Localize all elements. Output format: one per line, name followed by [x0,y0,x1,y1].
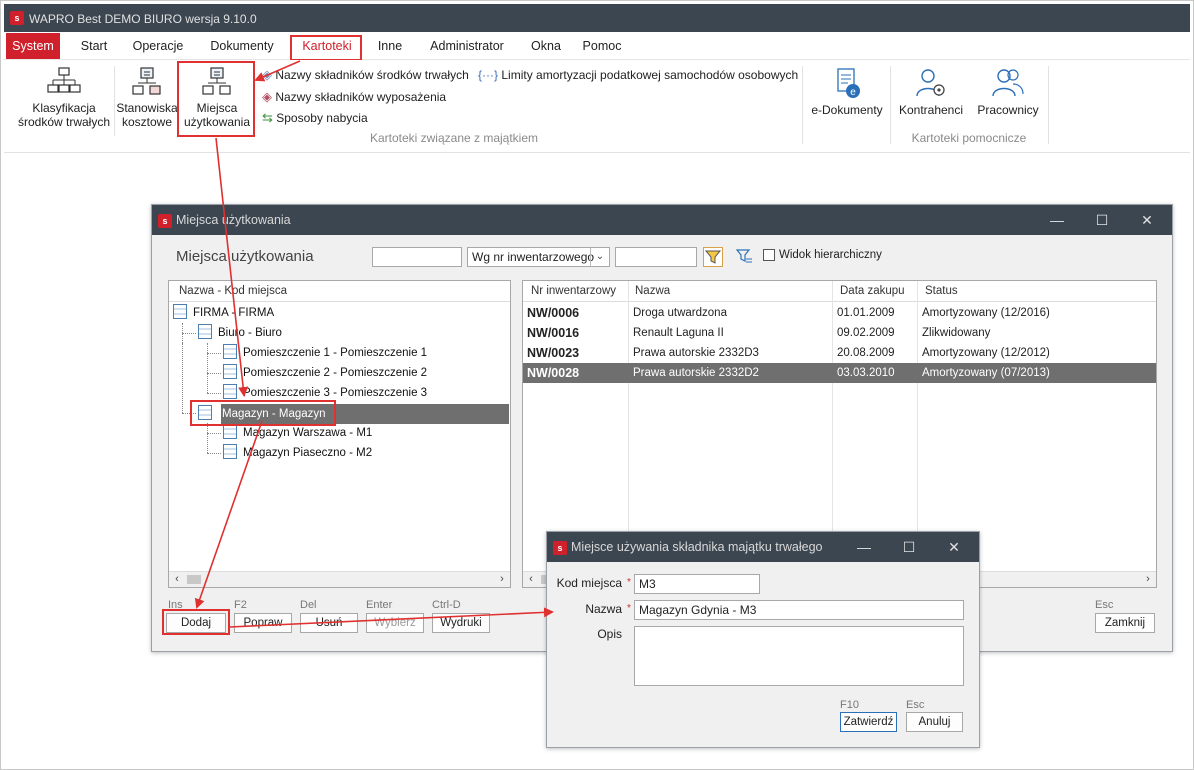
arrow-tree-to-dodaj [194,420,263,609]
annotation-arrows [194,60,554,628]
arrow-dodaj-to-dialog [229,607,554,628]
arrow-miejsca-to-tree [215,137,249,397]
arrow-kartoteki-to-miejsca [254,60,301,82]
